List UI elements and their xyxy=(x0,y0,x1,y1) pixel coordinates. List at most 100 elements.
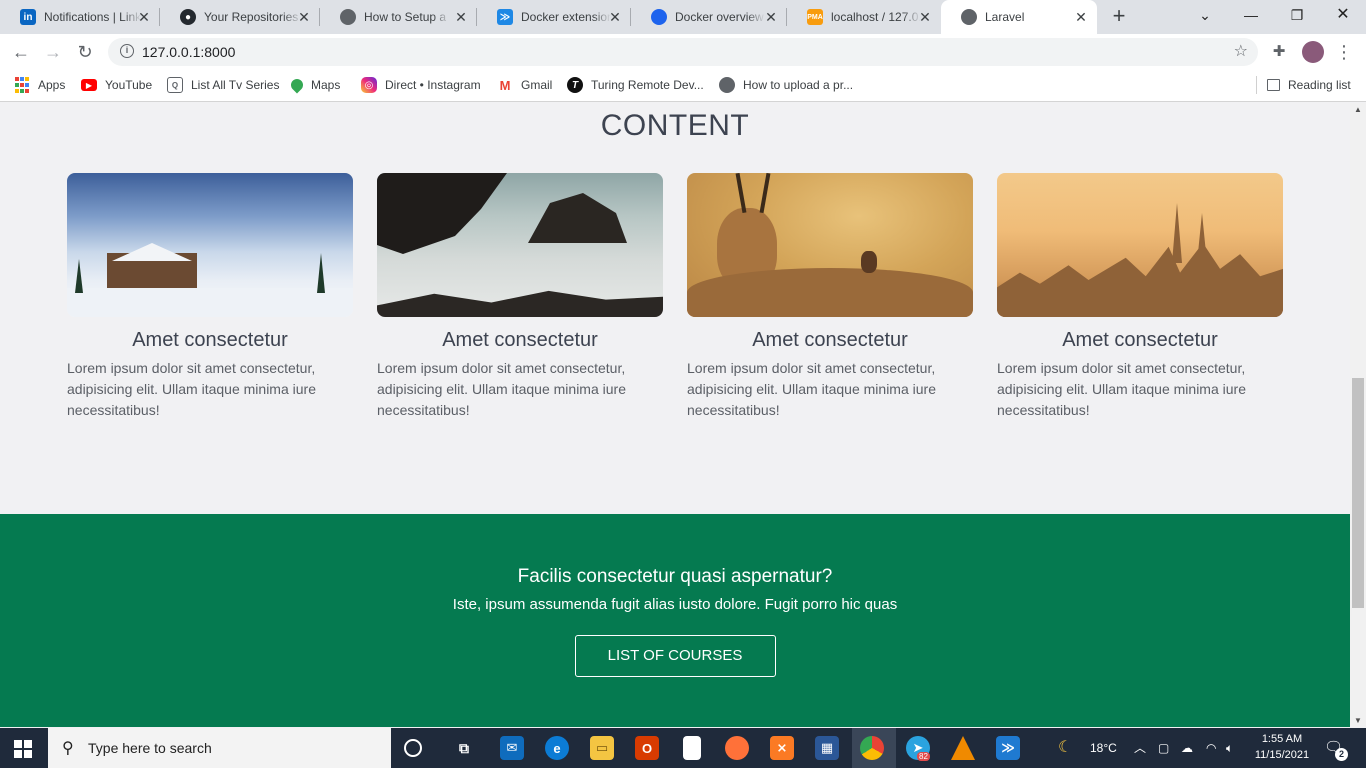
bookmark-gmail[interactable]: M Gmail xyxy=(497,70,553,100)
tab-docker-extension[interactable]: ≫ Docker extension ✕ xyxy=(477,0,631,34)
bookmark-upload[interactable]: How to upload a pr... xyxy=(719,70,853,100)
content-card: Amet consectetur Lorem ipsum dolor sit a… xyxy=(997,173,1283,421)
notepad-icon[interactable] xyxy=(683,736,701,760)
scrollbar-thumb[interactable] xyxy=(1352,378,1364,608)
card-title: Amet consectetur xyxy=(442,329,598,351)
card-text: Lorem ipsum dolor sit amet consectetur, … xyxy=(997,360,1246,418)
tab-phpmyadmin[interactable]: PMA localhost / 127.0.0.1 ✕ xyxy=(787,0,941,34)
list-of-courses-button[interactable]: LIST OF COURSES xyxy=(574,635,776,677)
bookmark-label: Turing Remote Dev... xyxy=(591,78,704,92)
taskbar-search-box[interactable]: ⚲ Type here to search xyxy=(48,728,391,768)
close-icon[interactable]: ✕ xyxy=(296,9,312,25)
github-icon: ● xyxy=(180,9,196,25)
close-icon[interactable]: ✕ xyxy=(453,9,469,25)
close-icon[interactable]: ✕ xyxy=(136,9,152,25)
cta-heading: Facilis consectetur quasi aspernatur? xyxy=(517,566,833,587)
meet-now-icon[interactable]: ▢ xyxy=(1158,728,1169,768)
bookmark-apps[interactable]: Apps xyxy=(14,70,65,100)
city-spires-sunrise-image xyxy=(997,173,1283,317)
bookmark-maps[interactable]: Maps xyxy=(288,70,341,100)
bookmark-label: YouTube xyxy=(105,78,153,92)
tab-github[interactable]: ● Your Repositories ✕ xyxy=(160,0,320,34)
tray-chevron-icon[interactable]: ︿ xyxy=(1134,728,1146,768)
browser-toolbar: ← → ↻ i 127.0.0.1:8000 ☆ ✚ ⋮ xyxy=(0,34,1366,70)
tab-linkedin[interactable]: in Notifications | LinkedIn ✕ xyxy=(0,0,160,34)
address-bar[interactable]: i 127.0.0.1:8000 ☆ xyxy=(108,38,1258,66)
card-text: Lorem ipsum dolor sit amet consectetur, … xyxy=(67,360,316,418)
reading-list-label: Reading list xyxy=(1288,78,1351,92)
chrome-icon[interactable] xyxy=(860,736,884,760)
tab-strip: in Notifications | LinkedIn ✕ ● Your Rep… xyxy=(0,0,1366,34)
close-icon[interactable]: ✕ xyxy=(917,9,933,25)
close-icon[interactable]: ✕ xyxy=(607,9,623,25)
bookmark-instagram[interactable]: ◎ Direct • Instagram xyxy=(361,70,481,100)
site-info-icon[interactable]: i xyxy=(120,44,134,58)
close-window-button[interactable]: ✕ xyxy=(1320,0,1366,34)
cta-subheading: Iste, ipsum assumenda fugit alias iusto … xyxy=(452,596,898,613)
search-icon: ⚲ xyxy=(62,740,74,757)
docker-icon xyxy=(651,9,667,25)
globe-icon xyxy=(961,9,977,25)
weather-temp[interactable]: 18°C xyxy=(1090,728,1117,768)
profile-avatar[interactable] xyxy=(1302,41,1324,63)
taskbar-clock[interactable]: 1:55 AM 11/15/2021 xyxy=(1242,731,1322,763)
extensions-puzzle-icon[interactable]: ✚ xyxy=(1267,40,1291,64)
minimize-button[interactable]: — xyxy=(1228,0,1274,34)
bookmark-youtube[interactable]: ▶ YouTube xyxy=(81,70,152,100)
menu-kebab-icon[interactable]: ⋮ xyxy=(1332,40,1356,64)
tab-laravel[interactable]: Laravel ✕ xyxy=(941,0,1097,34)
bookmarks-bar: Apps ▶ YouTube Q List All Tv Series Maps… xyxy=(0,70,1366,102)
content-card: Amet consectetur Lorem ipsum dolor sit a… xyxy=(377,173,663,421)
tab-laravel-setup[interactable]: How to Setup a Laravel ✕ xyxy=(320,0,477,34)
onedrive-icon[interactable]: ☁ xyxy=(1181,728,1193,768)
xampp-icon[interactable]: ⨯ xyxy=(770,736,794,760)
close-icon[interactable]: ✕ xyxy=(763,9,779,25)
wifi-icon[interactable]: ◠ xyxy=(1206,728,1216,768)
bookmark-label: Apps xyxy=(38,78,66,92)
card-title: Amet consectetur xyxy=(752,329,908,351)
close-icon[interactable]: ✕ xyxy=(1073,9,1089,25)
volume-icon[interactable]: 🔈︎ xyxy=(1226,728,1233,768)
tab-search-chevron-icon[interactable]: ⌄ xyxy=(1182,0,1228,34)
linkedin-icon: in xyxy=(20,9,36,25)
forward-button[interactable]: → xyxy=(41,40,65,64)
bookmark-label: Maps xyxy=(311,78,341,92)
tab-title: Your Repositories xyxy=(204,10,299,24)
telegram-badge: 82 xyxy=(917,752,930,761)
store-icon[interactable]: ▦ xyxy=(815,736,839,760)
bookmark-tv-series[interactable]: Q List All Tv Series xyxy=(167,70,279,100)
file-explorer-icon[interactable]: ▭ xyxy=(590,736,614,760)
back-button[interactable]: ← xyxy=(9,40,33,64)
clock-time: 1:55 AM xyxy=(1261,733,1303,745)
cortana-icon[interactable] xyxy=(404,739,422,757)
tab-docker-overview[interactable]: Docker overview ✕ xyxy=(631,0,787,34)
bookmark-turing[interactable]: T Turing Remote Dev... xyxy=(567,70,704,100)
bookmark-star-icon[interactable]: ☆ xyxy=(1234,41,1248,61)
reading-list-button[interactable]: Reading list xyxy=(1267,70,1351,100)
weather-moon-icon[interactable]: ☾ xyxy=(1058,728,1072,768)
windows-start-icon[interactable] xyxy=(14,740,32,758)
task-view-icon[interactable]: ⧉ xyxy=(452,736,476,760)
new-tab-button[interactable]: + xyxy=(1107,5,1131,29)
edge-icon[interactable]: e xyxy=(545,736,569,760)
tab-title: localhost / 127.0.0.1 xyxy=(831,10,921,24)
mail-icon[interactable]: ✉ xyxy=(500,736,524,760)
office-icon[interactable]: O xyxy=(635,736,659,760)
scroll-down-arrow-icon[interactable]: ▼ xyxy=(1350,716,1366,725)
tab-title: Docker overview xyxy=(675,10,764,24)
vlc-icon[interactable] xyxy=(951,736,975,760)
reload-button[interactable]: ↻ xyxy=(73,40,97,64)
globe-icon xyxy=(340,9,356,25)
tv-icon: Q xyxy=(167,77,183,93)
firefox-icon[interactable] xyxy=(725,736,749,760)
scroll-up-arrow-icon[interactable]: ▲ xyxy=(1350,105,1366,114)
bookmark-label: Gmail xyxy=(521,78,553,92)
url-text: 127.0.0.1:8000 xyxy=(142,44,236,60)
restore-button[interactable]: ❐ xyxy=(1274,0,1320,34)
tab-title: Laravel xyxy=(985,10,1025,24)
page-scrollbar[interactable]: ▲ ▼ xyxy=(1350,103,1366,727)
vscode-icon[interactable]: ≫ xyxy=(996,736,1020,760)
vscode-icon: ≫ xyxy=(497,9,513,25)
content-card: Amet consectetur Lorem ipsum dolor sit a… xyxy=(687,173,973,421)
tab-title: Docker extension xyxy=(521,10,611,24)
